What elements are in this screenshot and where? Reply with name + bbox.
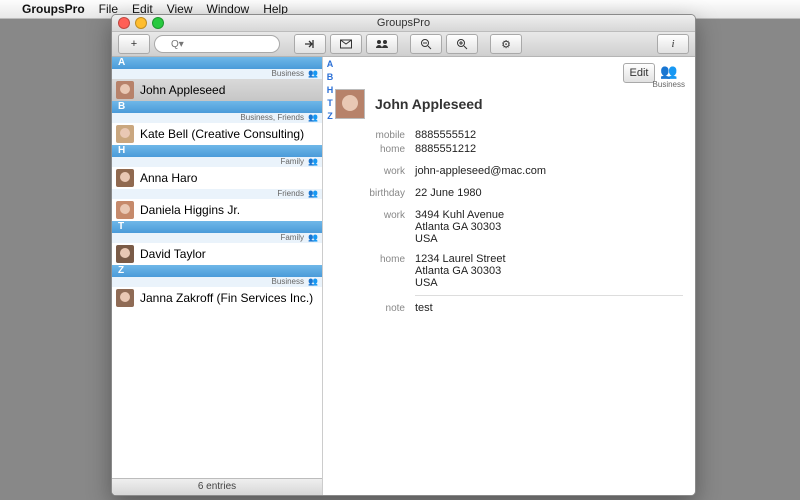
contact-row[interactable]: Janna Zakroff (Fin Services Inc.) <box>112 287 322 309</box>
zoom-out-button[interactable] <box>410 34 442 54</box>
contact-name: Anna Haro <box>140 171 197 185</box>
contact-name: Kate Bell (Creative Consulting) <box>140 127 304 141</box>
avatar <box>116 201 134 219</box>
section-header: H <box>112 145 322 157</box>
info-button[interactable]: i <box>657 34 689 54</box>
settings-button[interactable]: ⚙ <box>490 34 522 54</box>
contacts-list[interactable]: A Business👥 John Appleseed B Business, F… <box>112 57 322 478</box>
import-button[interactable] <box>294 34 326 54</box>
field-home-address: home 1234 Laurel Street Atlanta GA 30303… <box>335 253 683 289</box>
close-window-button[interactable] <box>118 17 130 29</box>
avatar <box>116 169 134 187</box>
minimize-window-button[interactable] <box>135 17 147 29</box>
group-tag: Family👥 <box>112 233 322 243</box>
avatar <box>116 289 134 307</box>
field-home-phone: home 8885551212 <box>335 143 683 155</box>
groups-button[interactable] <box>366 34 398 54</box>
group-icon: 👥 <box>308 277 318 287</box>
field-work-address: work 3494 Kuhl Avenue Atlanta GA 30303 U… <box>335 209 683 245</box>
contact-row[interactable]: Daniela Higgins Jr. <box>112 199 322 221</box>
section-header: Z <box>112 265 322 277</box>
group-tag: Business👥 <box>112 69 322 79</box>
search-wrap: 🔍 <box>154 35 280 53</box>
section-header: T <box>112 221 322 233</box>
contact-display-name: John Appleseed <box>375 96 483 112</box>
toolbar: + 🔍 ⚙ i <box>112 32 695 57</box>
section-header: B <box>112 101 322 113</box>
contact-detail-pane: Edit 👥 Business John Appleseed mobile 88… <box>323 57 695 495</box>
group-tag: Friends👥 <box>112 189 322 199</box>
group-icon: 👥 <box>308 189 318 199</box>
window-titlebar[interactable]: GroupsPro <box>112 15 695 32</box>
app-menu[interactable]: GroupsPro <box>22 0 85 18</box>
avatar <box>116 81 134 99</box>
window-title: GroupsPro <box>377 17 430 29</box>
group-tag: Family👥 <box>112 157 322 167</box>
avatar <box>116 245 134 263</box>
avatar <box>116 125 134 143</box>
field-mobile: mobile 8885555512 <box>335 129 683 141</box>
field-email: work john-appleseed@mac.com <box>335 165 683 177</box>
section-header: A <box>112 57 322 69</box>
sidebar-footer: 6 entries <box>112 478 322 495</box>
mail-button[interactable] <box>330 34 362 54</box>
group-icon: 👥 <box>308 113 318 123</box>
contact-name: Daniela Higgins Jr. <box>140 203 240 217</box>
contact-photo[interactable] <box>335 89 365 119</box>
add-button[interactable]: + <box>118 34 150 54</box>
group-tag: Business, Friends👥 <box>112 113 322 123</box>
field-birthday: birthday 22 June 1980 <box>335 187 683 199</box>
contact-row[interactable]: David Taylor <box>112 243 322 265</box>
contact-name: John Appleseed <box>140 83 225 97</box>
zoom-window-button[interactable] <box>152 17 164 29</box>
contact-row[interactable]: Kate Bell (Creative Consulting) <box>112 123 322 145</box>
divider <box>415 295 683 296</box>
contact-row[interactable]: Anna Haro <box>112 167 322 189</box>
search-input[interactable] <box>154 35 280 53</box>
zoom-in-button[interactable] <box>446 34 478 54</box>
app-window: GroupsPro + 🔍 ⚙ i <box>111 14 696 496</box>
contacts-sidebar: A Business👥 John Appleseed B Business, F… <box>112 57 323 495</box>
group-icon: 👥 <box>308 157 318 167</box>
group-icon: 👥 <box>653 63 685 80</box>
gear-icon: ⚙ <box>501 38 511 51</box>
group-icon: 👥 <box>308 233 318 243</box>
edit-button[interactable]: Edit <box>623 63 655 83</box>
field-note: note test <box>335 302 683 314</box>
group-tag: Business👥 <box>112 277 322 287</box>
group-icon: 👥 <box>308 69 318 79</box>
contact-row[interactable]: John Appleseed <box>112 79 322 101</box>
contact-name: Janna Zakroff (Fin Services Inc.) <box>140 291 313 305</box>
contact-name: David Taylor <box>140 247 206 261</box>
business-badge: 👥 Business <box>653 63 685 89</box>
